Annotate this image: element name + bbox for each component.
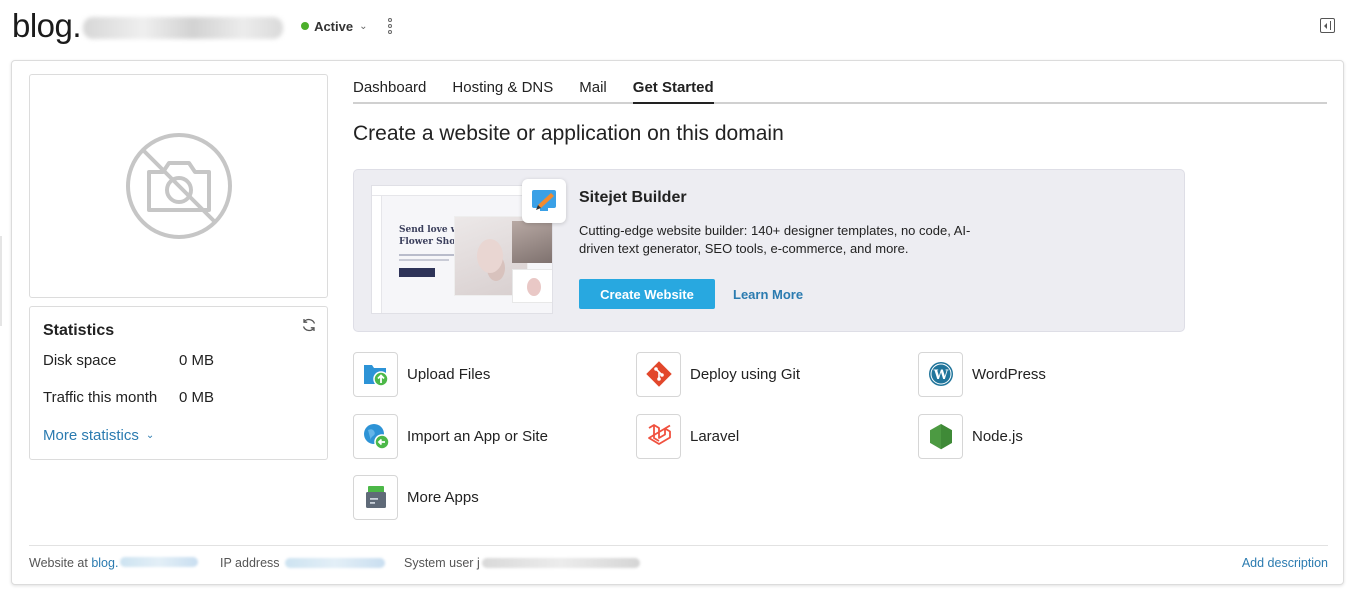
section-title: Create a website or application on this … [353, 122, 784, 145]
upload-files-label: Upload Files [407, 365, 491, 383]
tab-get-started[interactable]: Get Started [632, 77, 714, 104]
tab-hosting-dns[interactable]: Hosting & DNS [452, 77, 553, 104]
git-icon [636, 351, 681, 397]
laravel-tile[interactable]: Laravel [636, 413, 739, 459]
domain-name-redacted [83, 17, 284, 40]
tab-dashboard[interactable]: Dashboard [353, 77, 426, 104]
camera-off-icon [125, 133, 232, 239]
wordpress-tile[interactable]: W WordPress [918, 351, 1046, 397]
create-website-button[interactable]: Create Website [579, 279, 715, 309]
deploy-git-label: Deploy using Git [690, 365, 801, 383]
sitejet-promo: Send love with Flower Shop Sitejet Build… [353, 169, 1185, 332]
deploy-git-tile[interactable]: Deploy using Git [636, 351, 800, 397]
import-app-tile[interactable]: Import an App or Site [353, 413, 548, 459]
sitejet-logo-icon [522, 179, 566, 223]
disk-space-row: Disk space 0 MB [43, 352, 314, 369]
add-description-link[interactable]: Add description [1242, 556, 1328, 570]
traffic-row: Traffic this month 0 MB [43, 389, 314, 406]
website-link[interactable]: blog. [91, 556, 199, 570]
folder-upload-icon [353, 351, 398, 397]
status-label: Active [314, 18, 354, 34]
chevron-down-icon: ⌄ [359, 20, 368, 32]
sidebar-toggle-icon[interactable] [1320, 18, 1335, 33]
ip-label: IP address [220, 556, 280, 570]
tab-mail[interactable]: Mail [579, 77, 607, 104]
upload-files-tile[interactable]: Upload Files [353, 351, 490, 397]
statistics-title: Statistics [43, 322, 115, 339]
site-preview [29, 74, 328, 298]
website-label: Website at [29, 556, 88, 570]
chevron-down-icon: ⌄ [145, 430, 155, 441]
more-vertical-icon[interactable] [387, 18, 393, 34]
svg-text:W: W [932, 368, 948, 383]
system-user-info: System user j [404, 556, 640, 570]
more-statistics-label: More statistics [43, 427, 139, 444]
website-info: Website at blog. [29, 556, 199, 570]
system-user-label: System user [404, 556, 474, 570]
wordpress-icon: W [918, 351, 963, 397]
ip-value-redacted[interactable] [285, 558, 386, 568]
status-dropdown[interactable]: Active ⌄ [301, 19, 367, 34]
nodejs-icon [918, 413, 963, 459]
traffic-value: 0 MB [179, 389, 215, 406]
disk-space-label: Disk space [43, 352, 117, 369]
import-app-label: Import an App or Site [407, 427, 548, 445]
disk-space-value: 0 MB [179, 352, 215, 369]
more-apps-tile[interactable]: More Apps [353, 474, 479, 520]
domain-card: Statistics Disk space 0 MB Traffic this … [11, 60, 1344, 585]
page-header: blog. Active ⌄ [12, 2, 393, 50]
system-user-redacted [481, 558, 640, 568]
globe-import-icon [353, 413, 398, 459]
nodejs-label: Node.js [972, 427, 1023, 445]
traffic-label: Traffic this month [43, 389, 158, 406]
statistics-panel: Statistics Disk space 0 MB Traffic this … [29, 306, 328, 460]
domain-title: blog. [12, 7, 284, 45]
status-dot-icon [301, 22, 310, 30]
domain-footer: Website at blog. IP address System user … [29, 545, 1328, 585]
system-user-value: j [476, 556, 480, 570]
ip-info: IP address [220, 556, 386, 570]
laravel-icon [636, 413, 681, 459]
nodejs-tile[interactable]: Node.js [918, 413, 1023, 459]
refresh-icon[interactable] [301, 317, 317, 333]
more-apps-label: More Apps [407, 488, 479, 506]
page-edge-divider [0, 236, 2, 326]
tab-bar: Dashboard Hosting & DNS Mail Get Started [353, 77, 1327, 104]
sitejet-description: Cutting-edge website builder: 140+ desig… [579, 223, 971, 256]
laravel-label: Laravel [690, 427, 740, 445]
wordpress-label: WordPress [972, 365, 1046, 383]
more-statistics-link[interactable]: More statistics ⌄ [43, 427, 314, 444]
sitejet-title: Sitejet Builder [579, 189, 687, 206]
learn-more-link[interactable]: Learn More [733, 287, 803, 302]
apps-box-icon [353, 474, 398, 520]
